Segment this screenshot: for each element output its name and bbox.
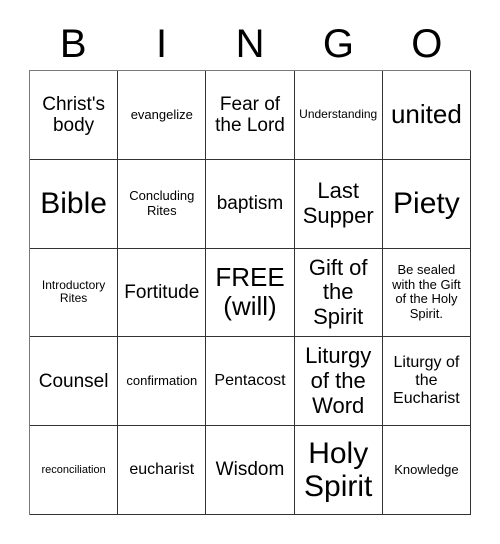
bingo-cell[interactable]: Be sealed with the Gift of the Holy Spir… (382, 248, 471, 338)
bingo-cell-label: Christ's body (42, 93, 105, 136)
bingo-cell-label: Gift of the Spirit (308, 254, 368, 329)
bingo-cell-label: FREE (will) (215, 262, 285, 322)
bingo-cell-label: Knowledge (394, 461, 459, 477)
bingo-cell-label: Introductory Rites (41, 278, 106, 306)
bingo-header: BINGO (29, 18, 471, 70)
bingo-cell[interactable]: Holy Spirit (294, 426, 383, 515)
bingo-cell-label: Bible (40, 186, 107, 220)
bingo-cell[interactable]: Piety (382, 159, 471, 249)
bingo-header-letter-i: I (156, 22, 168, 66)
bingo-cell-label: evangelize (130, 106, 193, 122)
bingo-cell[interactable]: evangelize (118, 71, 207, 160)
bingo-cell-label: Holy Spirit (304, 436, 373, 504)
bingo-cell-label: confirmation (126, 373, 198, 389)
bingo-cell[interactable]: Liturgy of the Word (294, 337, 383, 427)
bingo-header-letter-g: G (322, 22, 354, 66)
bingo-cell-label: Last Supper (302, 178, 374, 228)
bingo-cell[interactable]: Pentacost (206, 337, 295, 427)
bingo-grid: Christ's body evangelize Fear of the Lord U… (29, 70, 471, 515)
bingo-cell-label: Counsel (38, 370, 109, 392)
bingo-cell[interactable]: eucharist (118, 426, 207, 515)
bingo-cell[interactable]: united (382, 71, 471, 160)
bingo-cell-label: Liturgy of the Word (305, 343, 372, 418)
bingo-header-letter-n: N (235, 22, 265, 66)
bingo-header-letter-b: B (59, 22, 87, 66)
bingo-cell[interactable]: Wisdom (206, 426, 295, 515)
bingo-cell-label: Fear of the Lord (215, 93, 285, 136)
bingo-card: B I N G O Christ's body evangelize Fear of the… (0, 0, 500, 544)
bingo-cell[interactable]: Last Supper (294, 159, 383, 249)
bingo-cell-label: Understanding (299, 107, 378, 122)
bingo-cell-label: united (390, 99, 462, 130)
bingo-cell[interactable]: Bible (30, 159, 119, 249)
bingo-cell-label: Concluding Rites (129, 188, 195, 218)
bingo-cell-label: Wisdom (215, 459, 285, 481)
bingo-cell[interactable]: Fear of the Lord (206, 71, 295, 160)
bingo-cell[interactable]: FREE (will) (206, 248, 295, 338)
bingo-cell[interactable]: Understanding (294, 71, 383, 160)
bingo-cell[interactable]: Knowledge (382, 426, 471, 515)
bingo-cell[interactable]: Christ's body (30, 71, 119, 160)
bingo-cell[interactable]: Fortitude (118, 248, 207, 338)
bingo-cell[interactable]: Counsel (30, 337, 119, 427)
bingo-cell-label: Fortitude (124, 281, 200, 303)
bingo-cell[interactable]: Liturgy of the Eucharist (382, 337, 471, 427)
bingo-cell-label: eucharist (129, 461, 195, 479)
bingo-header-letter-o: O (411, 22, 443, 66)
bingo-cell[interactable]: Concluding Rites (118, 159, 207, 249)
bingo-cell[interactable]: confirmation (118, 337, 207, 427)
bingo-cell[interactable]: reconciliation (30, 426, 119, 515)
bingo-cell[interactable]: baptism (206, 159, 295, 249)
bingo-cell-label: Be sealed with the Gift of the Holy Spir… (392, 262, 461, 322)
bingo-cell-label: reconciliation (41, 463, 106, 476)
bingo-cell-label: baptism (216, 193, 284, 215)
bingo-cell[interactable]: Introductory Rites (30, 248, 119, 338)
bingo-cell[interactable]: Gift of the Spirit (294, 248, 383, 338)
bingo-cell-label: Pentacost (214, 372, 286, 390)
bingo-cell-label: Liturgy of the Eucharist (393, 354, 460, 408)
bingo-cell-label: Piety (393, 186, 460, 220)
